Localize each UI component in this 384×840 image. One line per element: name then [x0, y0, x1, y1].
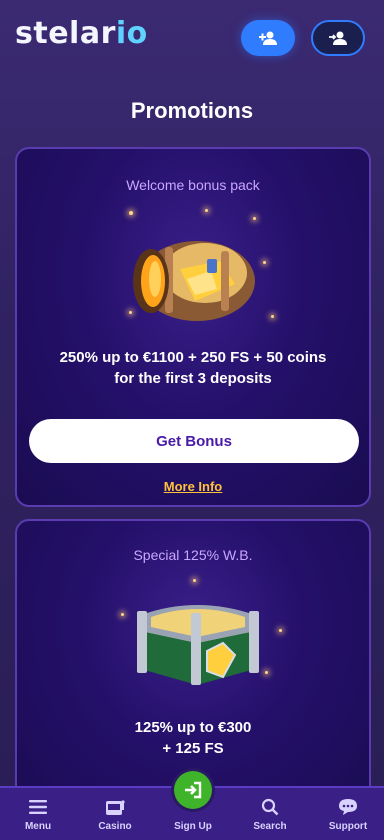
nav-item-search[interactable]: Search: [235, 788, 305, 840]
promo-description-line1: 125% up to €300: [134, 719, 252, 736]
signup-fab-inner: [174, 771, 212, 809]
promo-subtitle: Special 125% W.B.: [133, 547, 253, 563]
promo-subtitle: Welcome bonus pack: [126, 177, 260, 193]
promo-description-line2: + 125 FS: [162, 740, 224, 757]
promo-description-line1: 250% up to €1100 + 250 FS + 50 coins: [59, 349, 327, 366]
more-info-link[interactable]: More Info: [17, 479, 369, 494]
nav-label: Sign Up: [174, 821, 212, 832]
nav-item-casino[interactable]: Casino: [80, 788, 150, 840]
sign-in-icon: [185, 781, 202, 799]
nav-label: Menu: [24, 821, 52, 832]
menu-icon: [28, 797, 48, 817]
add-user-icon: [259, 31, 277, 45]
page-title: Promotions: [130, 98, 254, 123]
sparkle-decoration: [129, 211, 133, 215]
nav-item-menu[interactable]: Menu: [3, 788, 73, 840]
get-bonus-button[interactable]: Get Bonus: [29, 419, 359, 463]
signup-fab[interactable]: [171, 768, 215, 812]
sparkle-decoration: [121, 613, 124, 616]
promo-description-line2: for the first 3 deposits: [114, 370, 272, 387]
sparkle-decoration: [279, 629, 282, 632]
chat-icon: [338, 797, 358, 817]
search-icon: [260, 797, 280, 817]
nav-label: Search: [253, 821, 287, 832]
slot-machine-icon: [105, 797, 125, 817]
logo[interactable]: stelario: [15, 16, 148, 51]
logo-accent: i: [115, 16, 127, 51]
sparkle-decoration: [271, 315, 274, 318]
nav-label: Casino: [98, 821, 132, 832]
nav-item-support[interactable]: Support: [313, 788, 383, 840]
treasure-chest-gold-image: [133, 241, 255, 321]
sparkle-decoration: [253, 217, 256, 220]
signup-button[interactable]: [241, 20, 295, 56]
treasure-chest-silver-image: [137, 605, 259, 685]
sparkle-decoration: [193, 579, 196, 582]
login-button[interactable]: [311, 20, 365, 56]
nav-label: Support: [328, 821, 368, 832]
sparkle-decoration: [205, 209, 208, 212]
promo-card-welcome: Welcome bonus pack 250% up to €1100 + 25…: [15, 147, 371, 507]
login-user-icon: [329, 31, 347, 45]
header: stelario: [0, 0, 384, 76]
